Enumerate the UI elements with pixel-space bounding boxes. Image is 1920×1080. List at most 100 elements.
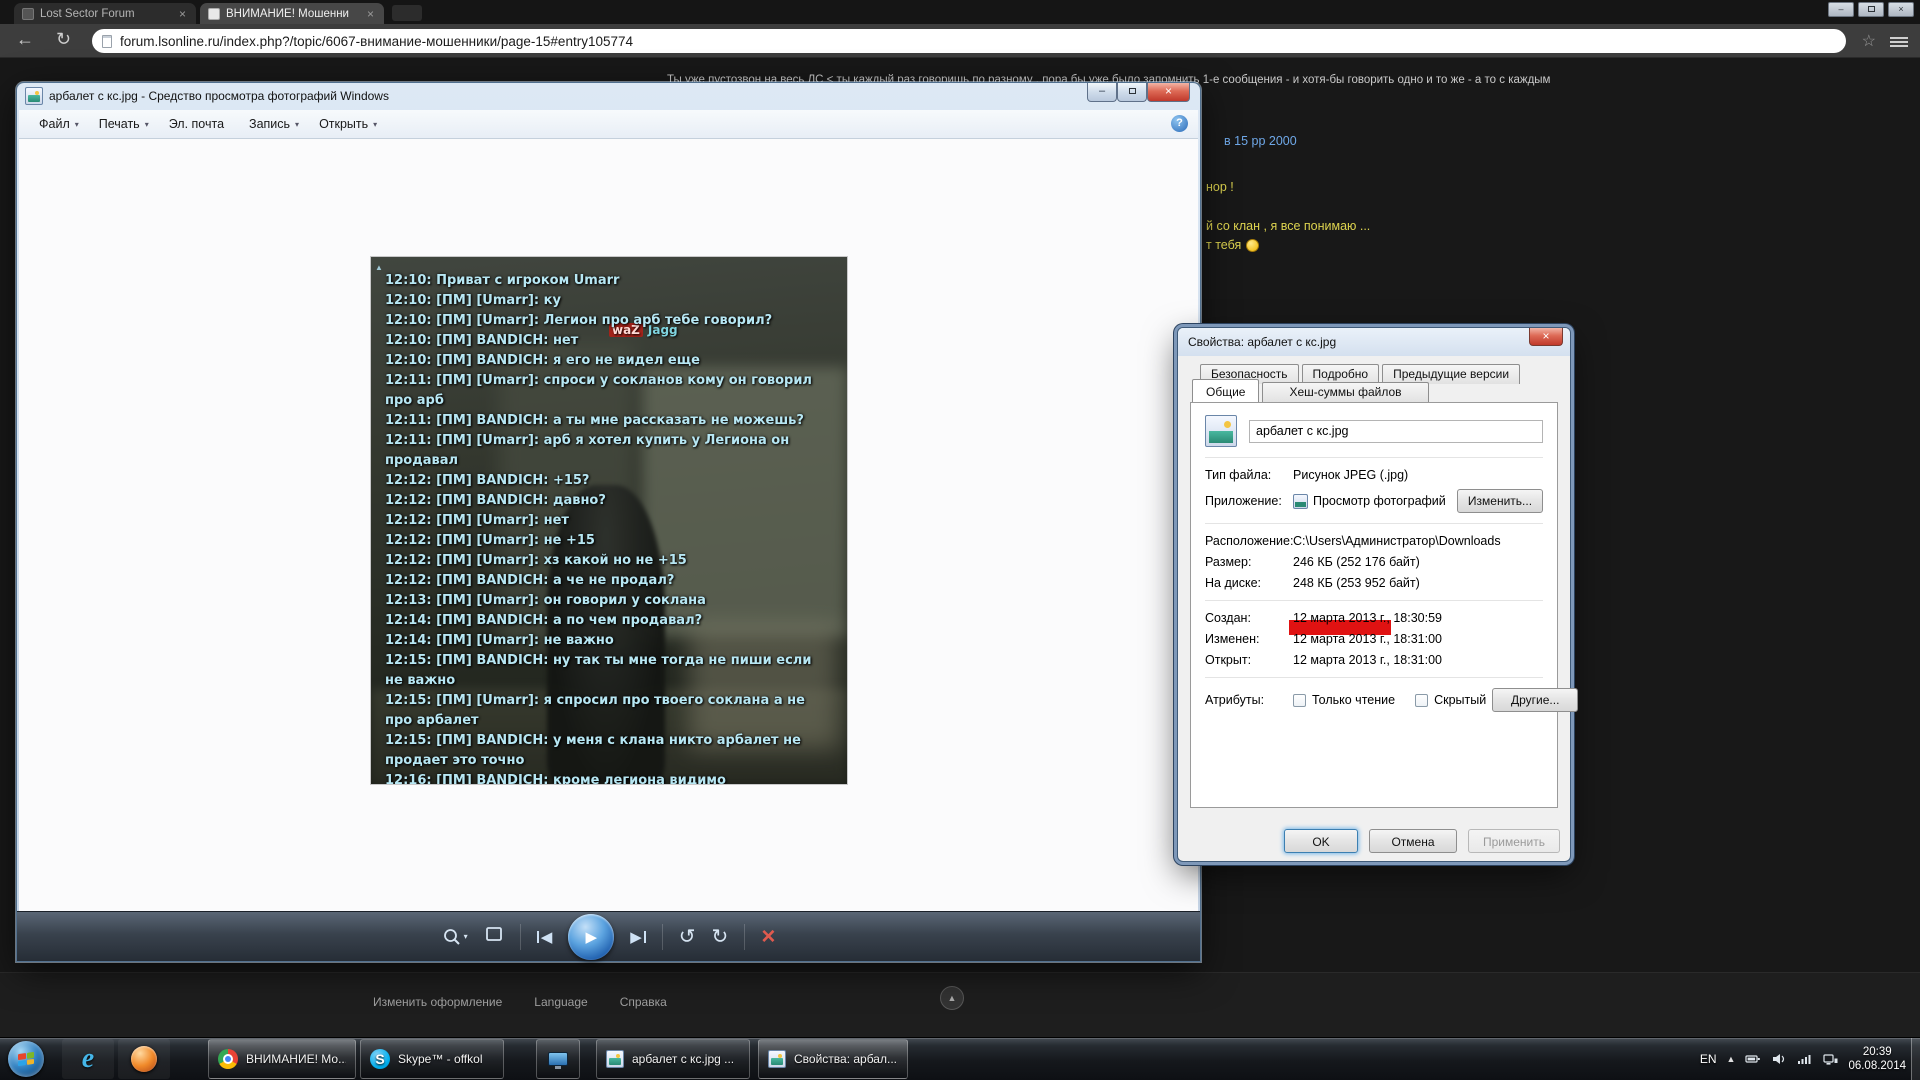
dialog-tab[interactable]: Подробно [1302,364,1380,384]
taskbar-ie-button[interactable]: e [62,1039,114,1079]
toolbar-separator [744,924,745,950]
volume-icon[interactable] [1772,1052,1787,1066]
page-icon[interactable] [102,35,112,48]
chat-line: 12:14: [ПМ] BANDICH: а по чем продавал? [385,611,825,631]
fit-to-window-button[interactable] [484,924,504,949]
show-desktop-button[interactable] [1911,1038,1920,1080]
other-attributes-button[interactable]: Другие... [1492,688,1578,712]
opened-value: 12 марта 2013 г., 18:31:00 [1293,653,1543,667]
footer-link[interactable]: Language [534,995,587,1009]
previous-button[interactable]: ◀ [537,928,553,946]
tab-label: Lost Sector Forum [40,8,171,20]
app-value: Просмотр фотографий Window [1313,494,1447,508]
menu-item[interactable]: Эл. почта [159,113,239,135]
dialog-close-button[interactable]: × [1529,328,1563,346]
readonly-label: Только чтение [1312,693,1395,707]
tab-favicon [208,8,220,20]
tab-hash-sums[interactable]: Хеш-суммы файлов [1262,382,1428,402]
filename-input[interactable] [1249,420,1543,443]
taskbar-chrome-item[interactable]: ВНИМАНИЕ! Мо... [208,1039,356,1079]
taskbar-monitor-item[interactable] [536,1039,580,1079]
network-icon[interactable] [1822,1052,1838,1066]
forum-text-fragment: т тебя [1206,238,1259,252]
footer-link[interactable]: Справка [620,995,667,1009]
browser-minimize-button[interactable]: – [1828,2,1854,17]
chat-line: 12:11: [ПМ] [Umarr]: спроси у сокланов к… [385,371,825,411]
tab-general[interactable]: Общие [1192,379,1259,402]
dialog-titlebar[interactable]: Свойства: арбалет с кс.jpg × [1178,328,1570,356]
taskbar: e ВНИМАНИЕ! Мо... S Skype™ - offkol арба… [0,1038,1920,1080]
start-button[interactable] [8,1041,44,1077]
cancel-button[interactable]: Отмена [1369,829,1457,853]
rotate-counterclockwise-button[interactable]: ↺ [679,927,696,947]
minimize-button[interactable]: – [1087,83,1117,102]
size-on-disk-label: На диске: [1205,576,1293,590]
scroll-to-top-button[interactable]: ▲ [940,986,964,1010]
address-bar[interactable]: forum.lsonline.ru/index.php?/topic/6067-… [92,29,1846,53]
tab-close-icon[interactable]: × [365,7,376,21]
footer-link[interactable]: Изменить оформление [373,995,502,1009]
photo-viewer-titlebar[interactable]: арбалет с кс.jpg - Средство просмотра фо… [17,83,1200,110]
taskbar-app-button[interactable] [118,1039,170,1079]
menu-item[interactable]: Открыть▾ [309,113,387,135]
chat-line: 12:10: [ПМ] BANDICH: я его не видел еще [385,351,825,371]
tab-favicon [22,8,34,20]
app-icon [1293,494,1308,509]
dialog-tab[interactable]: Предыдущие версии [1382,364,1520,384]
back-button[interactable]: ← [16,29,34,50]
taskbar-properties-item[interactable]: Свойства: арбал... [758,1039,908,1079]
browser-close-button[interactable]: × [1888,2,1914,17]
browser-navbar: ← ↻ forum.lsonline.ru/index.php?/topic/6… [0,24,1920,58]
size-label: Размер: [1205,555,1293,569]
ok-button[interactable]: OK [1284,829,1358,853]
rotate-clockwise-button[interactable]: ↻ [712,927,729,947]
tab-close-icon[interactable]: × [177,7,188,21]
zoom-button[interactable]: ▾ [442,927,468,947]
browser-window-controls: – × [1828,2,1914,17]
url-text[interactable]: forum.lsonline.ru/index.php?/topic/6067-… [120,34,633,49]
slideshow-play-button[interactable]: ▶ [568,914,614,960]
clock[interactable]: 20:39 06.08.2014 [1848,1045,1906,1073]
forum-text-fragment: нор ! [1206,180,1234,194]
new-tab-button[interactable] [392,5,422,21]
chat-line: 12:10: [ПМ] [Umarr]: ку [385,291,825,311]
chat-line: 12:16: [ПМ] BANDICH: кроме легиона видим… [385,771,825,784]
delete-button[interactable]: × [761,925,775,949]
browser-maximize-button[interactable] [1858,2,1884,17]
battery-icon[interactable] [1745,1052,1762,1066]
readonly-checkbox[interactable] [1293,694,1306,707]
size-value: 246 КБ (252 176 байт) [1293,555,1543,569]
browser-tab-bar: Lost Sector Forum × ВНИМАНИЕ! Мошенни × … [0,0,1920,24]
tab-label: ВНИМАНИЕ! Мошенни [226,8,359,20]
chat-line: 12:14: [ПМ] [Umarr]: не важно [385,631,825,651]
hidden-icons-button[interactable]: ▲ [1727,1054,1736,1064]
next-button[interactable]: ▶ [630,928,646,946]
refresh-button[interactable]: ↻ [56,29,71,50]
help-icon[interactable]: ? [1171,115,1188,132]
tab-vnimanie-moshenniki[interactable]: ВНИМАНИЕ! Мошенни × [200,3,384,24]
toolbar-separator [662,924,663,950]
change-app-button[interactable]: Изменить... [1457,489,1543,513]
browser-menu-icon[interactable] [1890,35,1908,49]
photo-viewer-window-controls: – × [1087,83,1190,102]
language-indicator[interactable]: EN [1700,1052,1717,1066]
properties-dialog: Свойства: арбалет с кс.jpg × Безопасност… [1178,328,1570,861]
network-signal-icon[interactable] [1797,1052,1812,1066]
bookmark-star-icon[interactable]: ☆ [1862,31,1876,51]
maximize-button[interactable] [1117,83,1147,102]
taskbar-skype-item[interactable]: S Skype™ - offkol [360,1039,504,1079]
chat-line: 12:12: [ПМ] [Umarr]: нет [385,511,825,531]
modified-value: 12 марта 2013 г., 18:31:00 [1293,632,1543,646]
menu-item[interactable]: Файл▾ [29,113,89,135]
hidden-label: Скрытый [1434,693,1486,707]
magnifier-icon [442,927,462,947]
close-button[interactable]: × [1147,83,1190,102]
modified-label: Изменен: [1205,632,1293,646]
taskbar-photo-item[interactable]: арбалет с кс.jpg ... [596,1039,750,1079]
tab-lost-sector-forum[interactable]: Lost Sector Forum × [14,3,196,24]
hidden-checkbox[interactable] [1415,694,1428,707]
forum-link-fragment[interactable]: в 15 рр 2000 [1224,134,1297,148]
menu-item[interactable]: Печать▾ [89,113,159,135]
fit-icon [484,924,504,944]
menu-item[interactable]: Запись▾ [239,113,309,135]
